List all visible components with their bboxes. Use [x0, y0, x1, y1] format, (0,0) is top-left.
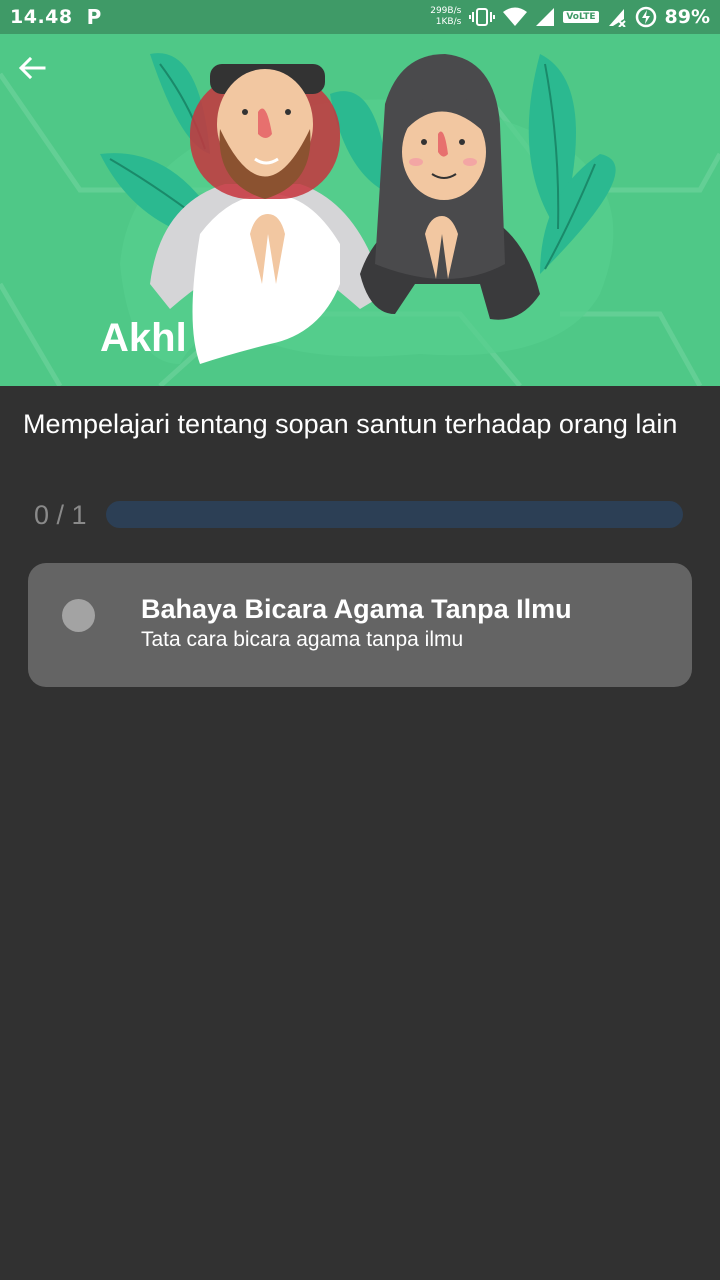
net-speed-up: 299B/s — [430, 6, 462, 16]
battery-level: 89% — [664, 6, 710, 28]
incomplete-dot-icon — [62, 599, 95, 632]
lesson-card[interactable]: Bahaya Bicara Agama Tanpa Ilmu Tata cara… — [28, 563, 692, 687]
course-title: Akhl — [100, 316, 187, 360]
wifi-icon — [503, 7, 528, 26]
lesson-title: Bahaya Bicara Agama Tanpa Ilmu — [141, 594, 572, 624]
data-saver-icon — [635, 6, 656, 28]
back-button[interactable] — [18, 56, 62, 92]
app-indicator: P — [86, 5, 102, 29]
progress-count: 0 / 1 — [34, 499, 87, 530]
status-bar: 14.48 P 299B/s 1KB/s VoLTE 89% — [0, 0, 720, 34]
net-speed-down: 1KB/s — [435, 17, 462, 27]
arrow-left-icon — [18, 56, 46, 80]
volte-badge: VoLTE — [563, 11, 599, 23]
signal-no-data-icon — [608, 9, 626, 27]
status-time: 14.48 — [10, 6, 73, 28]
network-speed: 299B/s 1KB/s — [430, 6, 461, 28]
course-hero: Akhl — [0, 34, 720, 386]
vibrate-icon — [469, 8, 496, 26]
course-progress: 0 / 1 — [34, 500, 684, 530]
progress-bar — [106, 501, 683, 528]
lesson-subtitle: Tata cara bicara agama tanpa ilmu — [141, 628, 464, 651]
signal-icon — [536, 8, 555, 26]
course-description: Mempelajari tentang sopan santun terhada… — [23, 409, 678, 439]
